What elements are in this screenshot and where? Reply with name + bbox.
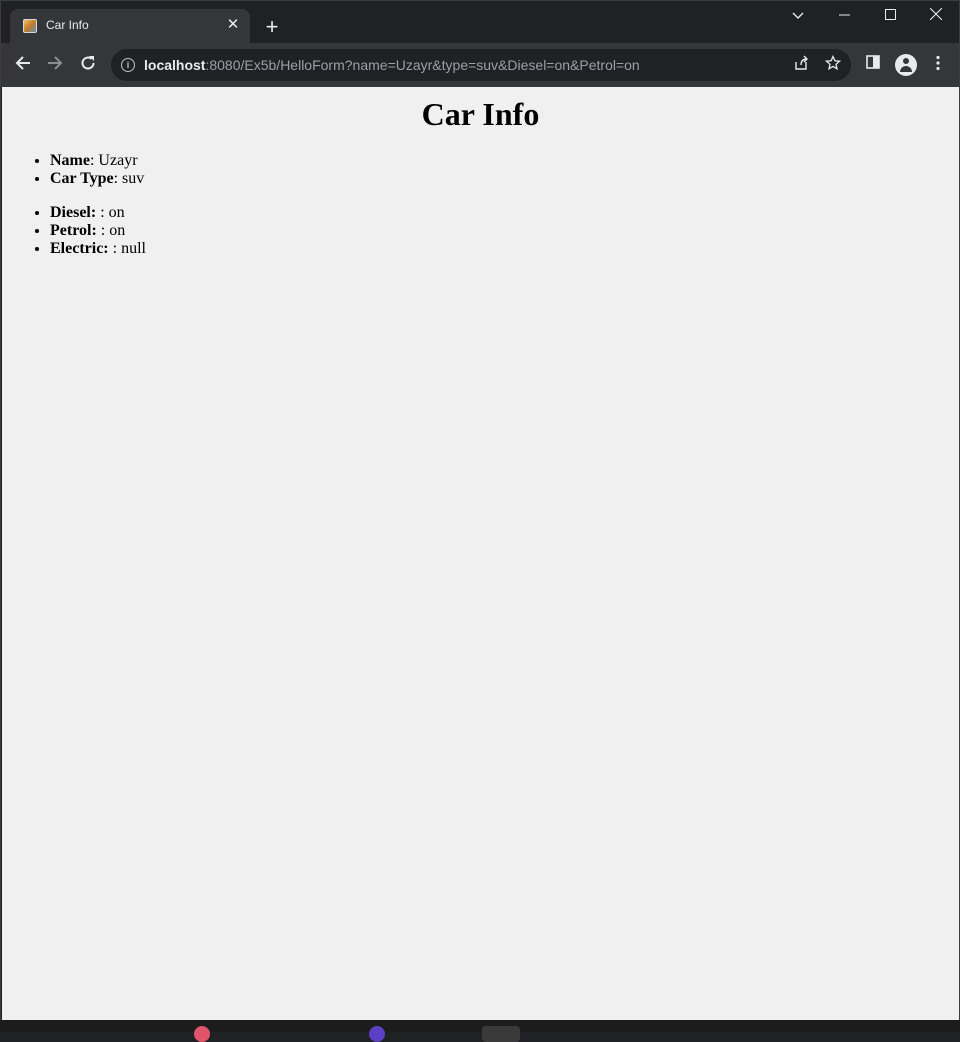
url-text[interactable]: localhost:8080/Ex5b/HelloForm?name=Uzayr… bbox=[144, 57, 640, 73]
taskbar-app-icon[interactable] bbox=[482, 1026, 520, 1042]
list-item: Petrol: : on bbox=[50, 222, 959, 240]
detail-label: Name bbox=[50, 152, 90, 169]
profile-avatar-icon[interactable] bbox=[895, 54, 917, 76]
new-tab-button[interactable]: + bbox=[259, 15, 285, 41]
list-item: Name: Uzayr bbox=[50, 152, 959, 170]
tab-search-icon[interactable] bbox=[775, 1, 821, 31]
details-list: Name: Uzayr Car Type: suv bbox=[2, 152, 959, 188]
fuel-label: Electric: bbox=[50, 240, 109, 257]
maximize-icon[interactable] bbox=[867, 1, 913, 31]
close-window-icon[interactable] bbox=[913, 1, 959, 31]
list-item: Car Type: suv bbox=[50, 170, 959, 188]
list-item: Electric: : null bbox=[50, 240, 959, 258]
forward-icon[interactable] bbox=[41, 51, 69, 79]
menu-kebab-icon[interactable] bbox=[928, 55, 948, 75]
taskbar bbox=[0, 1020, 960, 1042]
reload-icon[interactable] bbox=[74, 51, 102, 79]
detail-label: Car Type bbox=[50, 170, 114, 187]
fuel-value: : on bbox=[96, 222, 126, 239]
back-icon[interactable] bbox=[9, 51, 37, 79]
share-icon[interactable] bbox=[791, 55, 811, 75]
address-bar[interactable]: i localhost:8080/Ex5b/HelloForm?name=Uza… bbox=[111, 49, 851, 81]
close-tab-icon[interactable]: ✕ bbox=[224, 16, 242, 34]
favicon-icon bbox=[23, 19, 37, 33]
taskbar-app-icon[interactable] bbox=[369, 1026, 385, 1042]
bookmark-star-icon[interactable] bbox=[823, 54, 843, 75]
list-item: Diesel: : on bbox=[50, 204, 959, 222]
fuel-value: : null bbox=[108, 240, 146, 257]
browser-window: Car Info ✕ + i localhost:8080/Ex5b/Hello… bbox=[0, 0, 960, 1020]
fuel-label: Petrol: bbox=[50, 222, 97, 239]
taskbar-app-icon[interactable] bbox=[194, 1026, 210, 1042]
browser-toolbar: i localhost:8080/Ex5b/HelloForm?name=Uza… bbox=[1, 43, 959, 87]
detail-value: : Uzayr bbox=[89, 152, 138, 169]
detail-value: : suv bbox=[113, 170, 145, 187]
tab-strip: Car Info ✕ + bbox=[1, 1, 959, 43]
fuel-value: : on bbox=[96, 204, 125, 221]
tab-title: Car Info bbox=[46, 18, 89, 32]
side-panel-icon[interactable] bbox=[863, 55, 883, 75]
page-content: Car Info Name: Uzayr Car Type: suv Diese… bbox=[2, 96, 959, 258]
url-path: :8080/Ex5b/HelloForm?name=Uzayr&type=suv… bbox=[205, 57, 640, 73]
page-title: Car Info bbox=[421, 96, 540, 132]
site-info-icon[interactable]: i bbox=[121, 58, 135, 72]
fuel-list: Diesel: : on Petrol: : on Electric: : nu… bbox=[2, 204, 959, 258]
page-viewport: Car Info Name: Uzayr Car Type: suv Diese… bbox=[2, 87, 959, 1020]
minimize-icon[interactable] bbox=[821, 1, 867, 31]
tab-car-info[interactable]: Car Info ✕ bbox=[10, 9, 250, 43]
url-host: localhost bbox=[144, 57, 206, 73]
fuel-label: Diesel: bbox=[50, 204, 97, 221]
